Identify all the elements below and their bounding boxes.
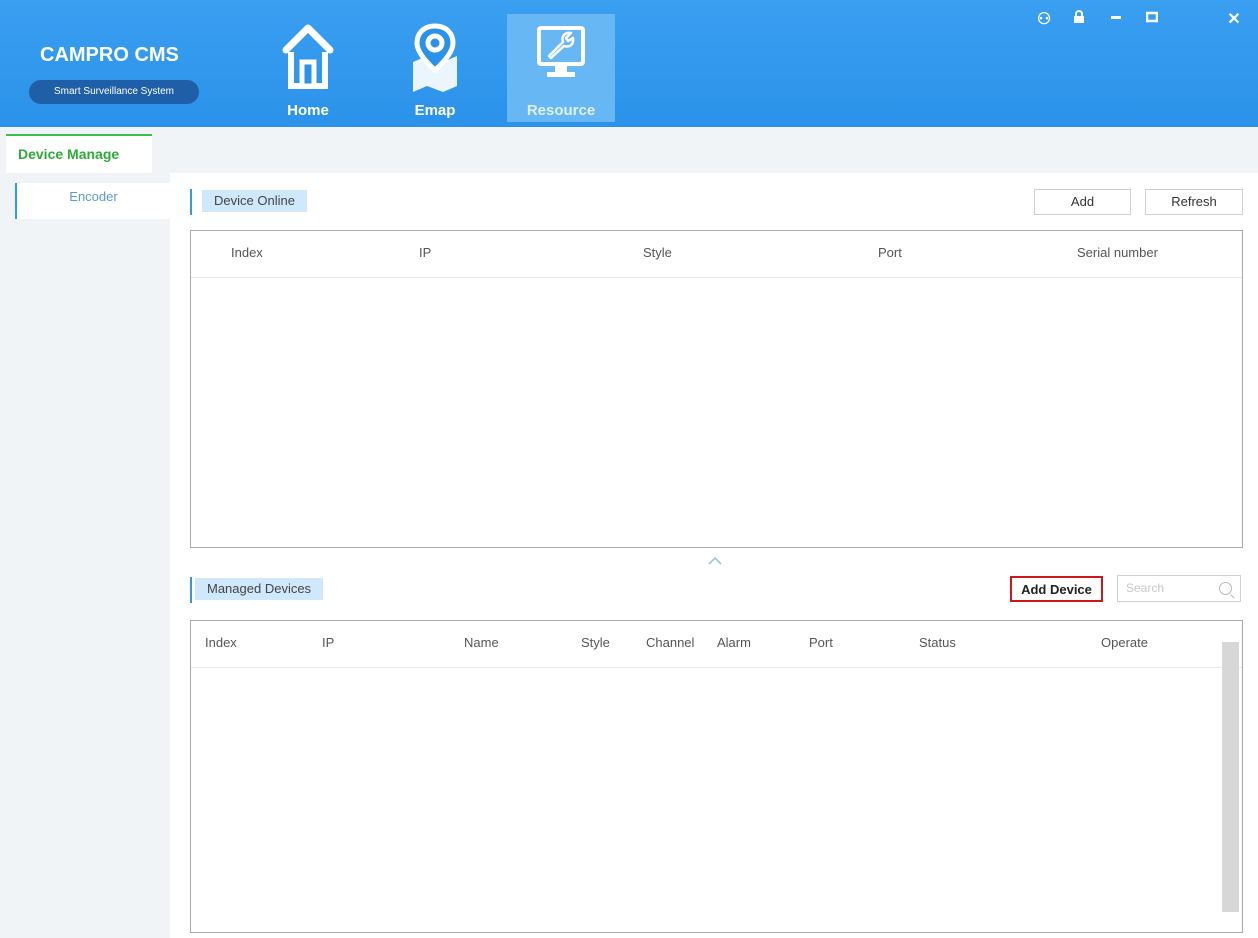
add-device-button[interactable]: Add Device <box>1010 576 1103 602</box>
column-header[interactable]: Alarm <box>717 635 751 650</box>
minimize-icon[interactable] <box>1101 8 1131 32</box>
wrench-monitor-icon <box>537 26 585 77</box>
column-header[interactable]: IP <box>322 635 334 650</box>
column-header[interactable]: Port <box>809 635 833 650</box>
managed-devices-title: Managed Devices <box>195 578 324 600</box>
nav-home[interactable]: Home <box>254 14 362 122</box>
table-header: Index IP Style Port Serial number <box>191 231 1242 278</box>
column-header[interactable]: Status <box>919 635 956 650</box>
lock-icon[interactable] <box>1064 8 1094 32</box>
column-header[interactable]: Channel <box>646 635 694 650</box>
close-icon[interactable]: ✕ <box>1219 8 1249 32</box>
column-header[interactable]: IP <box>419 245 431 260</box>
search-input[interactable]: Search <box>1117 575 1241 602</box>
maximize-icon[interactable] <box>1137 8 1167 32</box>
column-header[interactable]: Index <box>205 635 237 650</box>
nav-home-label: Home <box>287 102 329 119</box>
device-online-title: Device Online <box>202 190 307 212</box>
sidebar: Encoder <box>0 173 170 938</box>
column-header[interactable]: Name <box>464 635 499 650</box>
refresh-button[interactable]: Refresh <box>1145 189 1243 215</box>
sidebar-item-encoder[interactable]: Encoder <box>15 183 170 219</box>
nav-emap[interactable]: Emap <box>381 14 489 122</box>
app-subtitle: Smart Surveillance System <box>29 80 199 104</box>
map-pin-icon <box>413 23 457 92</box>
section-marker <box>190 577 192 603</box>
column-header[interactable]: Index <box>231 245 263 260</box>
tab-bar: Device Manage <box>0 127 1258 173</box>
app-title: CAMPRO CMS <box>40 44 179 66</box>
app-window: CAMPRO CMS Smart Surveillance System Hom… <box>0 0 1258 938</box>
column-header[interactable]: Serial number <box>1077 245 1158 260</box>
collapse-up-icon[interactable] <box>708 556 722 566</box>
column-header[interactable]: Operate <box>1101 635 1148 650</box>
search-placeholder: Search <box>1126 581 1165 595</box>
column-header[interactable]: Style <box>643 245 672 260</box>
section-marker <box>190 189 192 215</box>
home-icon <box>282 24 334 89</box>
device-online-table: Index IP Style Port Serial number <box>190 230 1243 548</box>
vertical-scrollbar[interactable] <box>1222 642 1239 912</box>
column-header[interactable]: Style <box>581 635 610 650</box>
search-icon[interactable] <box>1219 582 1232 595</box>
column-header[interactable]: Port <box>878 245 902 260</box>
add-button[interactable]: Add <box>1034 189 1131 215</box>
user-switch-icon[interactable]: ⚇ <box>1029 8 1059 32</box>
table-header: Index IP Name Style Channel Alarm Port S… <box>191 621 1242 668</box>
top-header: CAMPRO CMS Smart Surveillance System Hom… <box>0 0 1258 127</box>
managed-devices-table: Index IP Name Style Channel Alarm Port S… <box>190 620 1243 933</box>
nav-resource[interactable]: Resource <box>507 14 615 122</box>
tab-device-manage[interactable]: Device Manage <box>6 134 152 173</box>
nav-resource-label: Resource <box>526 102 596 119</box>
nav-emap-label: Emap <box>414 102 456 119</box>
